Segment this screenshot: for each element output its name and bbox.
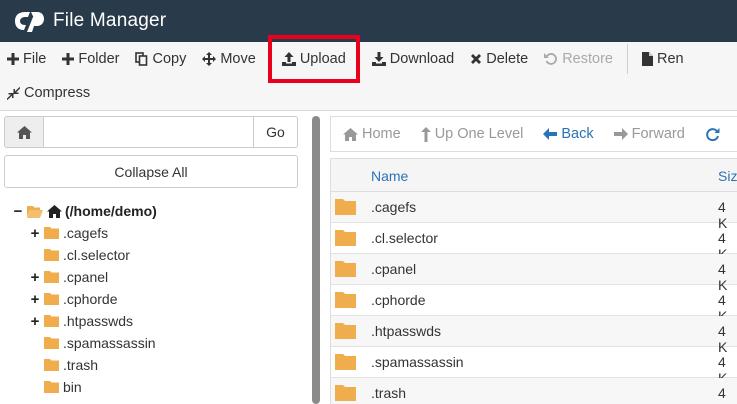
compress-button[interactable]: Compress bbox=[0, 78, 98, 108]
table-row[interactable]: .cagefs 4 K bbox=[331, 192, 737, 231]
arrow-right-icon bbox=[613, 128, 628, 140]
folder-icon bbox=[44, 359, 59, 371]
upload-button[interactable]: Upload bbox=[267, 35, 360, 83]
tree-item[interactable]: .cl.selector bbox=[29, 244, 130, 266]
new-folder-button[interactable]: Folder bbox=[54, 44, 127, 74]
arrow-left-icon bbox=[543, 128, 558, 140]
toolbar-divider bbox=[626, 44, 628, 74]
file-list-table: Name Siz .cagefs 4 K .cl.selector 4 K .c… bbox=[330, 158, 737, 404]
move-button[interactable]: Move bbox=[194, 44, 263, 74]
app-title: File Manager bbox=[53, 10, 167, 31]
expand-toggle[interactable]: + bbox=[29, 225, 41, 242]
undo-icon bbox=[544, 53, 558, 65]
nav-home-button[interactable]: Home bbox=[331, 126, 411, 142]
download-button[interactable]: Download bbox=[364, 44, 463, 74]
back-button[interactable]: Back bbox=[533, 126, 603, 142]
up-one-level-button[interactable]: Up One Level bbox=[411, 126, 534, 142]
folder-icon bbox=[335, 292, 356, 308]
tree-item[interactable]: bin bbox=[29, 376, 82, 398]
collapse-toggle[interactable]: − bbox=[12, 203, 24, 220]
table-row[interactable]: .trash 4 K bbox=[331, 378, 737, 404]
tree-item[interactable]: + .htpasswds bbox=[29, 310, 133, 332]
reload-button[interactable] bbox=[695, 127, 734, 142]
folder-icon bbox=[335, 323, 356, 339]
copy-button[interactable]: Copy bbox=[127, 44, 194, 74]
expand-toggle[interactable]: + bbox=[29, 291, 41, 308]
table-row[interactable]: .cpanel 4 K bbox=[331, 254, 737, 293]
plus-icon bbox=[62, 53, 75, 65]
table-row[interactable]: .cl.selector 4 K bbox=[331, 223, 737, 262]
close-icon bbox=[471, 54, 482, 64]
go-button[interactable]: Go bbox=[254, 116, 298, 148]
toolbar: File Folder Copy Move Upload Download De… bbox=[0, 35, 737, 111]
file-icon bbox=[641, 52, 653, 66]
delete-button[interactable]: Delete bbox=[462, 44, 536, 74]
compress-icon bbox=[7, 86, 20, 100]
panel-scrollbar[interactable] bbox=[312, 116, 320, 404]
collapse-all-button[interactable]: Collapse All bbox=[4, 155, 298, 188]
table-row[interactable]: .spamassassin 4 K bbox=[331, 347, 737, 386]
toolbar-row-1: File Folder Copy Move Upload Download De… bbox=[0, 35, 684, 83]
home-icon bbox=[343, 127, 358, 141]
tree-item[interactable]: + .cphorde bbox=[29, 288, 118, 310]
forward-button[interactable]: Forward bbox=[604, 126, 695, 142]
expand-toggle[interactable]: + bbox=[29, 269, 41, 286]
app-header: File Manager bbox=[0, 0, 737, 42]
home-button[interactable] bbox=[4, 116, 44, 148]
tree-item-root[interactable]: − (/home/demo) bbox=[12, 200, 157, 222]
folder-icon bbox=[44, 271, 59, 283]
path-input[interactable] bbox=[44, 116, 254, 148]
table-header: Name Siz bbox=[331, 158, 737, 192]
home-icon bbox=[47, 204, 62, 218]
table-row[interactable]: .cphorde 4 K bbox=[331, 285, 737, 324]
level-up-icon bbox=[420, 126, 431, 142]
folder-icon bbox=[44, 315, 59, 327]
download-icon bbox=[371, 52, 386, 66]
path-bar: Go bbox=[4, 116, 298, 148]
folder-icon bbox=[335, 385, 356, 401]
folder-open-icon bbox=[27, 205, 43, 218]
folder-icon bbox=[44, 293, 59, 305]
tree-item[interactable]: .trash bbox=[29, 354, 98, 376]
plus-icon bbox=[7, 53, 19, 65]
column-header-size[interactable]: Siz bbox=[718, 168, 737, 184]
cpanel-logo-icon bbox=[15, 12, 44, 32]
rename-button[interactable]: Ren bbox=[634, 44, 684, 74]
restore-button[interactable]: Restore bbox=[536, 44, 621, 74]
table-row[interactable]: .htpasswds 4 K bbox=[331, 316, 737, 355]
folder-icon bbox=[335, 354, 356, 370]
folder-icon bbox=[44, 227, 59, 239]
folder-icon bbox=[44, 249, 59, 261]
tree-item[interactable]: + .cagefs bbox=[29, 222, 109, 244]
move-icon bbox=[202, 52, 217, 66]
column-header-name[interactable]: Name bbox=[371, 168, 408, 184]
home-icon bbox=[16, 125, 32, 139]
tree-item[interactable]: + .cpanel bbox=[29, 266, 109, 288]
refresh-icon bbox=[706, 127, 720, 141]
folder-icon bbox=[335, 261, 356, 277]
folder-icon bbox=[335, 199, 356, 215]
copy-icon bbox=[135, 52, 148, 66]
expand-toggle[interactable]: + bbox=[29, 313, 41, 330]
navigation-bar: Home Up One Level Back Forward bbox=[330, 116, 737, 152]
toolbar-row-2: Compress bbox=[0, 76, 98, 110]
folder-icon bbox=[44, 337, 59, 349]
tree-item[interactable]: .spamassassin bbox=[29, 332, 156, 354]
new-file-button[interactable]: File bbox=[0, 44, 54, 74]
directory-tree-panel: Go Collapse All − (/home/demo) + .cagefs… bbox=[4, 116, 300, 404]
upload-icon bbox=[281, 52, 296, 66]
folder-icon bbox=[335, 230, 356, 246]
folder-icon bbox=[44, 381, 59, 393]
